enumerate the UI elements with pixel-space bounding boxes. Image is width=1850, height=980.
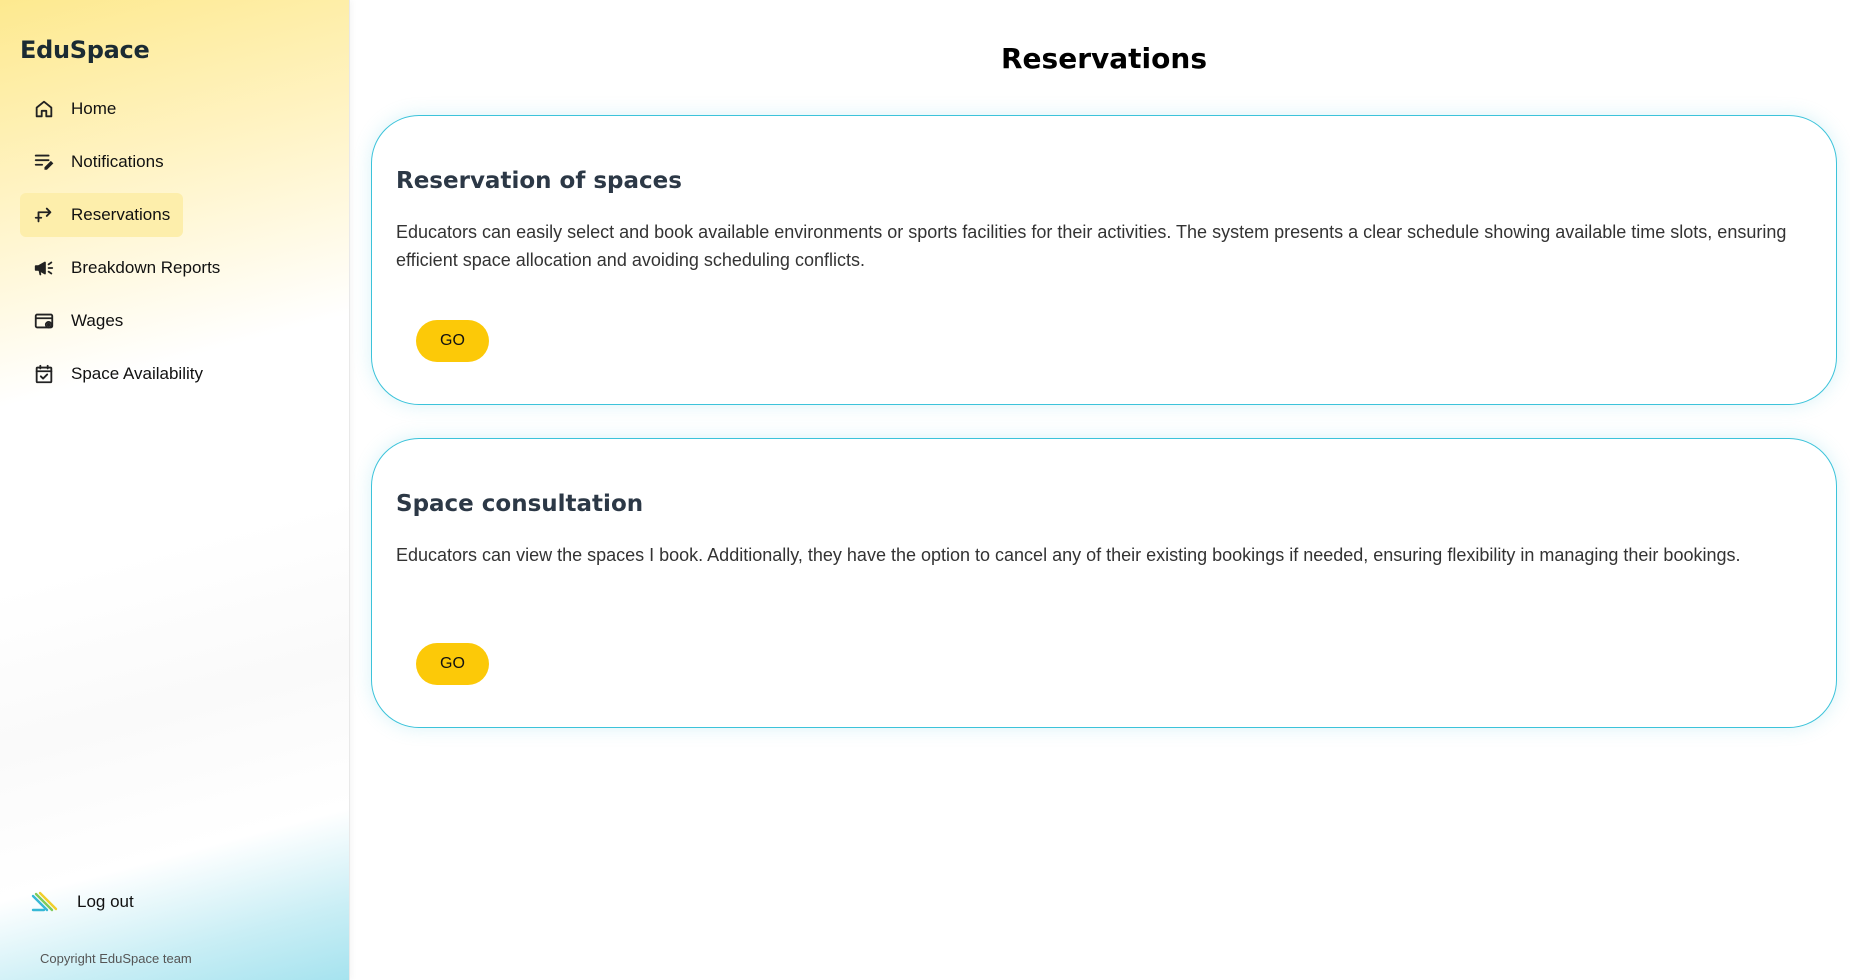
- notifications-icon: [33, 151, 55, 173]
- brand-logo-text[interactable]: EduSpace: [20, 36, 150, 64]
- page-title: Reservations: [1001, 42, 1207, 75]
- sidebar-item-space-availability[interactable]: Space Availability: [20, 352, 216, 396]
- calendar-check-icon: [33, 363, 55, 385]
- sidebar-item-label: Notifications: [71, 152, 164, 171]
- card-title: Space consultation: [396, 491, 644, 517]
- sidebar-item-wages[interactable]: Wages: [20, 299, 136, 343]
- sidebar-item-label: Breakdown Reports: [71, 258, 221, 277]
- sidebar-item-label: Home: [71, 99, 117, 118]
- card-description: Educators can view the spaces I book. Ad…: [396, 545, 1741, 565]
- sidebar-item-label: Wages: [71, 311, 124, 330]
- reservation-of-spaces-card: Reservation of spaces Educators can easi…: [371, 115, 1837, 405]
- home-icon: [33, 98, 55, 120]
- wages-icon: [33, 310, 55, 332]
- logout-icon: [30, 888, 58, 916]
- go-button[interactable]: GO: [416, 320, 489, 362]
- megaphone-icon: [33, 257, 55, 279]
- logout-label: Log out: [77, 892, 134, 911]
- sidebar-item-home[interactable]: Home: [20, 87, 129, 131]
- card-description: Educators can easily select and book ava…: [396, 222, 1787, 270]
- main-content: Reservations Reservation of spaces Educa…: [350, 0, 1850, 980]
- go-button[interactable]: GO: [416, 643, 489, 685]
- sidebar: EduSpace Home Notifications Reservations…: [0, 0, 350, 980]
- sidebar-item-label: Space Availability: [71, 364, 203, 383]
- card-title: Reservation of spaces: [396, 168, 682, 194]
- logout-button[interactable]: Log out: [30, 888, 134, 916]
- sidebar-item-label: Reservations: [71, 205, 171, 224]
- sidebar-item-notifications[interactable]: Notifications: [20, 140, 177, 184]
- space-consultation-card: Space consultation Educators can view th…: [371, 438, 1837, 728]
- reservations-icon: [33, 204, 55, 226]
- sidebar-item-breakdown-reports[interactable]: Breakdown Reports: [20, 246, 233, 290]
- sidebar-item-reservations[interactable]: Reservations: [20, 193, 184, 237]
- sidebar-nav: Home Notifications Reservations Breakdow…: [20, 87, 330, 405]
- copyright-text: Copyright EduSpace team: [40, 951, 192, 966]
